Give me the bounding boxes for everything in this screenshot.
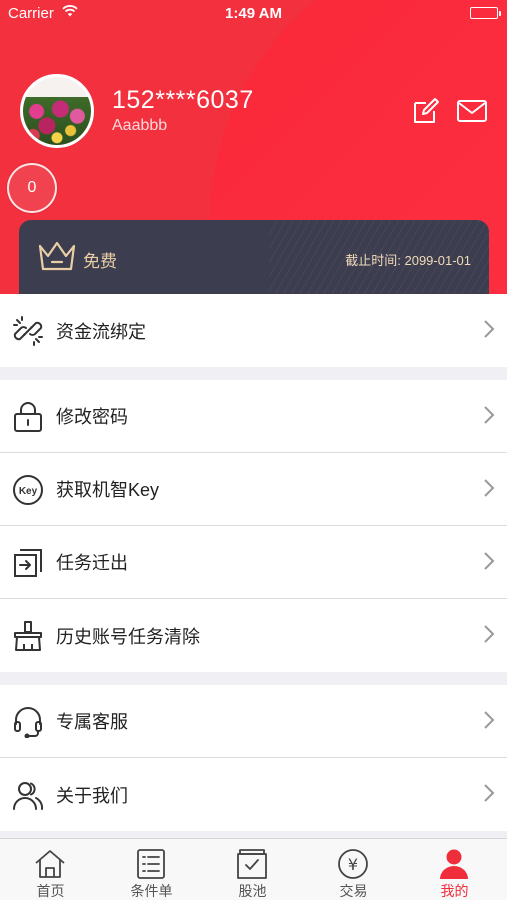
chevron-right-icon: [483, 319, 495, 344]
chevron-right-icon: [483, 478, 495, 503]
menu-item-change-password[interactable]: 修改密码: [0, 380, 507, 453]
menu-item-label: 专属客服: [56, 712, 128, 732]
chevron-right-icon: [483, 783, 495, 808]
key-badge-icon: Key: [12, 474, 44, 506]
home-icon: [33, 847, 67, 881]
menu-section-account: 资金流绑定: [0, 294, 507, 367]
menu-item-fund-binding[interactable]: 资金流绑定: [0, 294, 507, 367]
membership-level: 免费: [83, 252, 117, 271]
user-icon: [437, 847, 471, 881]
menu-item-task-export[interactable]: 任务迁出: [0, 526, 507, 599]
chain-link-icon: [12, 315, 44, 347]
svg-text:Key: Key: [19, 486, 38, 497]
tab-conditions[interactable]: 条件单: [101, 839, 202, 900]
menu-item-label: 资金流绑定: [56, 321, 146, 342]
chevron-right-icon: [483, 710, 495, 735]
user-nickname: Aaabbb: [112, 117, 168, 134]
export-icon: [12, 547, 44, 579]
messages-button[interactable]: [456, 96, 488, 126]
profile-header: Carrier 1:49 AM 152****6037 Aaabbb 0 免费 …: [0, 0, 507, 294]
avatar[interactable]: [20, 74, 94, 148]
broom-icon: [12, 620, 44, 652]
menu-item-label: 关于我们: [56, 785, 128, 806]
clock: 1:49 AM: [225, 5, 282, 22]
list-icon: [134, 847, 168, 881]
menu-item-customer-service[interactable]: 专属客服: [0, 685, 507, 758]
tab-label: 交易: [339, 883, 368, 899]
crown-icon: [37, 240, 77, 277]
checkbox-tray-icon: [235, 847, 269, 881]
menu-item-label: 获取机智Key: [56, 480, 160, 500]
tab-label: 首页: [36, 883, 65, 899]
menu-item-about-us[interactable]: 关于我们: [0, 758, 507, 831]
tab-label: 条件单: [130, 883, 173, 899]
mail-icon: [457, 100, 487, 122]
bottom-tab-bar: 首页 条件单 股池 ¥ 交易 我的: [0, 838, 507, 900]
chevron-right-icon: [483, 551, 495, 576]
tab-home[interactable]: 首页: [0, 839, 101, 900]
people-icon: [12, 779, 44, 811]
yen-circle-icon: ¥: [336, 847, 370, 881]
chevron-right-icon: [483, 405, 495, 430]
menu-item-get-key[interactable]: Key 获取机智Key: [0, 453, 507, 526]
tab-trade[interactable]: ¥ 交易: [303, 839, 404, 900]
membership-expire-date: 截止时间: 2099-01-01: [345, 253, 471, 268]
tab-stock-pool[interactable]: 股池: [202, 839, 303, 900]
tab-label: 我的: [440, 883, 469, 899]
points-badge[interactable]: 0: [7, 163, 57, 213]
battery-icon: [470, 7, 501, 19]
menu-section-support: 专属客服 关于我们: [0, 685, 507, 831]
menu-item-history-clear[interactable]: 历史账号任务清除: [0, 599, 507, 672]
chevron-right-icon: [483, 624, 495, 649]
tab-mine[interactable]: 我的: [404, 839, 505, 900]
menu-item-label: 修改密码: [56, 407, 128, 427]
edit-profile-button[interactable]: [410, 96, 442, 126]
tab-label: 股池: [238, 883, 267, 899]
svg-text:¥: ¥: [348, 855, 358, 874]
headset-icon: [12, 706, 44, 738]
menu-item-label: 任务迁出: [56, 553, 128, 573]
lock-icon: [12, 401, 44, 433]
user-phone: 152****6037: [112, 86, 254, 114]
edit-icon: [414, 98, 439, 123]
menu-item-label: 历史账号任务清除: [56, 626, 200, 647]
membership-card[interactable]: 免费 截止时间: 2099-01-01: [19, 220, 489, 294]
status-bar: Carrier 1:49 AM: [0, 0, 507, 28]
menu-section-settings: 修改密码 Key 获取机智Key 任务迁出 历史账号任务清除: [0, 380, 507, 672]
